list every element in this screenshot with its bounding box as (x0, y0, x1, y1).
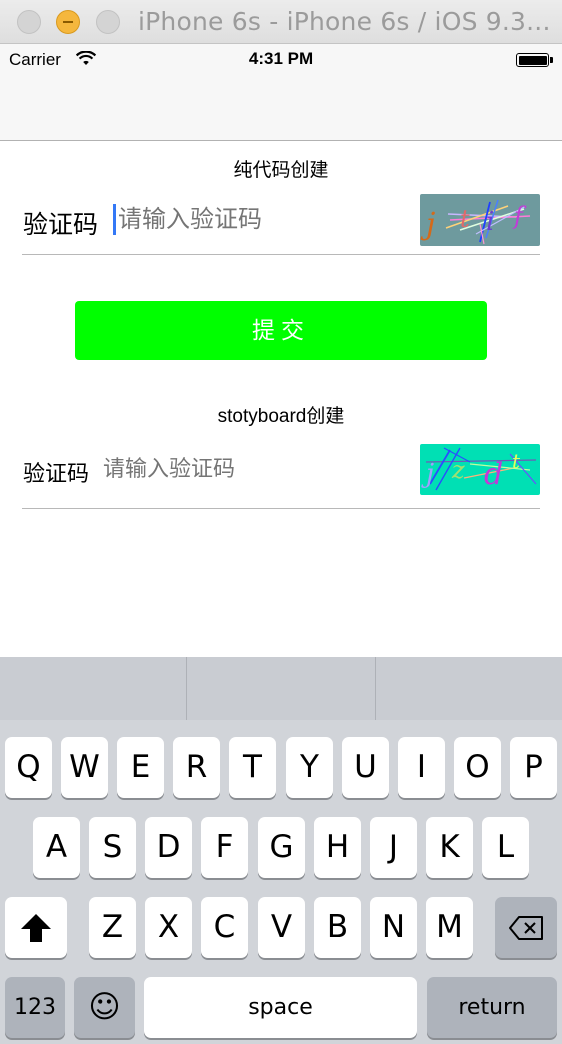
key-n[interactable]: N (370, 897, 417, 958)
key-x[interactable]: X (145, 897, 192, 958)
window-minimize-button[interactable] (56, 10, 80, 34)
delete-key[interactable] (495, 897, 557, 958)
key-p[interactable]: P (510, 737, 557, 798)
captcha-label-1: 验证码 (23, 211, 99, 239)
key-o[interactable]: O (454, 737, 501, 798)
captcha-1-char-3: i (486, 207, 494, 237)
space-key[interactable]: space (144, 977, 417, 1038)
storyboard-section-title: stotyboard创建 (217, 406, 345, 427)
numbers-key[interactable]: 123 (5, 977, 65, 1038)
predictive-bar (0, 657, 562, 720)
key-e[interactable]: E (117, 737, 164, 798)
submit-button[interactable]: 提交 (75, 301, 487, 360)
key-z[interactable]: Z (89, 897, 136, 958)
captcha-2-char-3: d (484, 457, 503, 492)
captcha-1-char-2: t (460, 205, 470, 233)
text-cursor (113, 204, 116, 235)
predictive-divider (186, 657, 187, 720)
window-close-button[interactable] (17, 10, 41, 34)
keyboard: Q W E R T Y U I O P A S D F G H J K L Z … (0, 657, 562, 1044)
captcha-image-2[interactable]: j z d t (420, 444, 540, 495)
battery-icon (516, 53, 553, 67)
captcha-2-char-2: z (451, 456, 465, 484)
emoji-key[interactable]: ☺ (74, 977, 135, 1038)
code-section-title: 纯代码创建 (233, 160, 329, 181)
simulator-title-bar: iPhone 6s - iPhone 6s / iOS 9.3... (0, 0, 562, 44)
window-title: iPhone 6s - iPhone 6s / iOS 9.3... (138, 7, 551, 36)
key-m[interactable]: M (426, 897, 473, 958)
captcha-2-char-4: t (512, 449, 521, 473)
key-c[interactable]: C (201, 897, 248, 958)
key-f[interactable]: F (201, 817, 248, 878)
key-u[interactable]: U (342, 737, 389, 798)
key-t[interactable]: T (229, 737, 276, 798)
key-h[interactable]: H (314, 817, 361, 878)
captcha-input-1[interactable] (118, 204, 408, 236)
key-i[interactable]: I (398, 737, 445, 798)
window-zoom-button[interactable] (96, 10, 120, 34)
key-l[interactable]: L (482, 817, 529, 878)
key-y[interactable]: Y (286, 737, 333, 798)
key-k[interactable]: K (426, 817, 473, 878)
captcha-input-2[interactable] (103, 454, 403, 484)
backspace-icon (509, 915, 543, 940)
status-bar: Carrier 4:31 PM (0, 44, 562, 74)
emoji-icon: ☺ (88, 989, 121, 1025)
key-w[interactable]: W (61, 737, 108, 798)
key-q[interactable]: Q (5, 737, 52, 798)
captcha-image-1[interactable]: j t i f (420, 194, 540, 246)
key-a[interactable]: A (33, 817, 80, 878)
shift-arrow-icon (21, 913, 51, 942)
shift-key[interactable] (5, 897, 67, 958)
key-g[interactable]: G (258, 817, 305, 878)
key-d[interactable]: D (145, 817, 192, 878)
key-r[interactable]: R (173, 737, 220, 798)
key-s[interactable]: S (89, 817, 136, 878)
key-j[interactable]: J (370, 817, 417, 878)
captcha-label-2: 验证码 (23, 461, 90, 486)
captcha-field-2-underline (22, 508, 540, 509)
return-key[interactable]: return (427, 977, 557, 1038)
key-b[interactable]: B (314, 897, 361, 958)
navigation-bar (0, 74, 562, 141)
status-time: 4:31 PM (248, 49, 314, 68)
key-v[interactable]: V (258, 897, 305, 958)
predictive-divider (375, 657, 376, 720)
captcha-field-1-underline (22, 254, 540, 255)
